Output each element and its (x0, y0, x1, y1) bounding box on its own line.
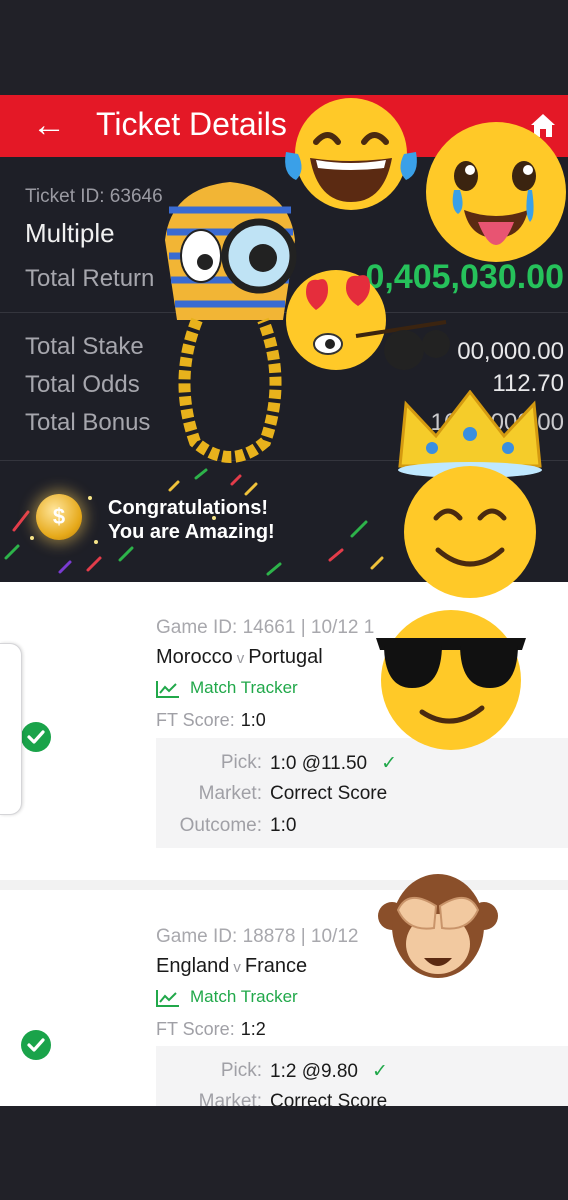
line-chart-icon (156, 989, 179, 1007)
sunglasses-emoji (376, 610, 526, 750)
page-title: Ticket Details (96, 106, 287, 142)
tongue-out-tears-emoji (426, 122, 566, 262)
side-drawer-handle[interactable] (0, 643, 22, 815)
pick-details: Pick: 1:0 @11.50 ✓ Market: Correct Score … (156, 738, 568, 848)
won-check-icon (21, 722, 51, 752)
market-value: Correct Score (270, 783, 388, 804)
arrow-left-icon[interactable]: ← (32, 105, 66, 145)
market-label: Market: (198, 1091, 262, 1106)
congrats-message: Congratulations! You are Amazing! (108, 496, 275, 544)
ticket-id: Ticket ID: 63646 (25, 186, 163, 207)
game-id: Game ID: 14661 | 10/12 1 (156, 617, 375, 638)
pick-label: Pick: (220, 1060, 262, 1081)
ft-score: FT Score: 1:0 (156, 710, 266, 731)
match-tracker-link[interactable]: Match Tracker (156, 678, 298, 698)
total-stake-label: Total Stake (25, 333, 144, 360)
won-check-icon (21, 1030, 51, 1060)
pick-value: 1:0 @11.50 ✓ (270, 753, 398, 774)
home-team: England (156, 955, 230, 977)
game-id: Game ID: 18878 | 10/12 (156, 926, 359, 947)
ft-score-value: 1:0 (240, 710, 266, 730)
pick-label: Pick: (220, 752, 262, 773)
congrats-line2: You are Amazing! (108, 521, 275, 543)
versus-label: v (233, 959, 241, 976)
pharaoh-magnifier-emoji (165, 182, 297, 463)
pick-details: Pick: 1:2 @9.80 ✓ Market: Correct Score (156, 1046, 568, 1106)
match-tracker-label: Match Tracker (190, 678, 298, 697)
outcome-value: 1:0 (270, 815, 297, 836)
total-stake-value: 00,000.00 (457, 338, 564, 365)
ft-score-label: FT Score: (156, 710, 235, 730)
crown-smile-emoji (398, 390, 542, 598)
pick-check-icon: ✓ (381, 753, 398, 774)
away-team: France (244, 955, 308, 977)
ft-score-value: 1:2 (240, 1019, 266, 1039)
match-tracker-label: Match Tracker (190, 987, 298, 1006)
match-tracker-link[interactable]: Match Tracker (156, 987, 298, 1007)
match-teams[interactable]: England v France (156, 955, 307, 978)
congrats-line1: Congratulations! (108, 497, 268, 519)
heart-eyes-emoji (286, 270, 450, 370)
screenshot-frame: ← Ticket Details Ticket ID: 63646 Multip… (0, 0, 568, 1200)
total-return-label: Total Return (25, 265, 155, 292)
coin-icon: $ (36, 494, 82, 540)
versus-label: v (236, 650, 245, 667)
ft-score-label: FT Score: (156, 1019, 235, 1039)
bottom-black-bar (0, 1106, 568, 1200)
outcome-label: Outcome: (179, 815, 262, 836)
market-value: Correct Score (270, 1091, 388, 1106)
away-team: Portugal (248, 646, 323, 668)
ft-score: FT Score: 1:2 (156, 1019, 266, 1040)
home-team: Morocco (156, 646, 233, 668)
total-bonus-label: Total Bonus (25, 409, 151, 436)
total-odds-label: Total Odds (25, 371, 140, 398)
pick-value: 1:2 @9.80 ✓ (270, 1061, 388, 1082)
line-chart-icon (156, 680, 179, 698)
ticket-type: Multiple (25, 218, 115, 248)
see-no-evil-monkey-emoji (378, 874, 498, 978)
pick-check-icon: ✓ (371, 1061, 388, 1082)
match-teams[interactable]: Morocco v Portugal (156, 646, 323, 669)
market-label: Market: (198, 783, 262, 804)
top-black-bar (0, 0, 568, 95)
